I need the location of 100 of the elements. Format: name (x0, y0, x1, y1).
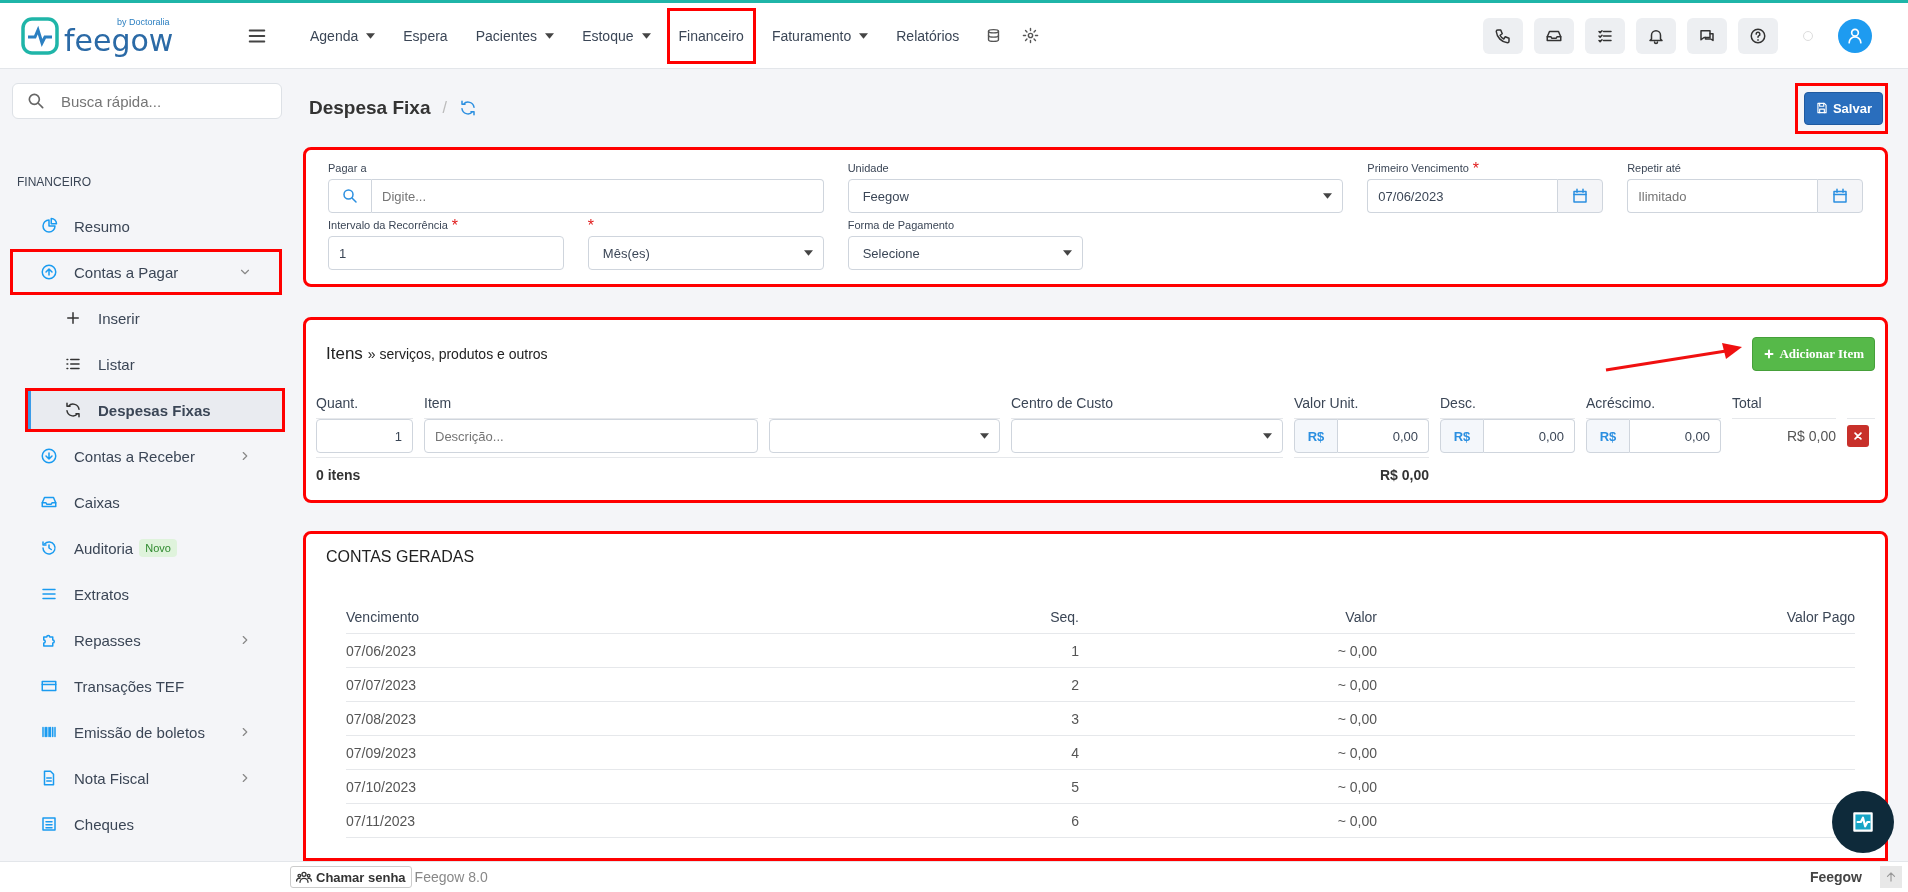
sidebar-item[interactable]: Cheques (10, 801, 282, 847)
phone-button[interactable] (1483, 17, 1523, 54)
avatar-button[interactable] (1838, 18, 1872, 53)
table-cell: 3 (1071, 710, 1079, 727)
column-header: Acréscimo. (1586, 395, 1656, 411)
logo-wordmark: feegow (64, 26, 174, 55)
sidebar-item[interactable]: Contas a Receber (10, 433, 282, 479)
table-cell: ~ 0,00 (1337, 778, 1377, 795)
sidebar-subitem[interactable]: Listar (28, 341, 282, 387)
nav-link[interactable]: Relatórios (884, 13, 972, 58)
close-icon (1851, 429, 1865, 443)
page-title: Despesa Fixa (309, 97, 431, 119)
chat-button[interactable] (1687, 17, 1727, 54)
pulse-icon (1850, 809, 1876, 835)
calendar-button[interactable] (1817, 179, 1863, 213)
select-field[interactable] (769, 419, 1000, 453)
nav-link[interactable]: Agenda (298, 13, 388, 58)
caret-icon (859, 32, 869, 39)
section-title: CONTAS GERADAS (326, 548, 476, 566)
select-field[interactable]: Feegow (847, 179, 1344, 213)
call-button[interactable]: Chamar senha (290, 866, 412, 888)
refresh-icon (64, 401, 82, 419)
amount-field[interactable]: 0,00 (1338, 419, 1429, 453)
table-cell: 07/11/2023 (346, 812, 416, 829)
table-cell: 6 (1071, 812, 1079, 829)
column-header: Vencimento (346, 608, 420, 625)
users-icon (296, 869, 312, 885)
phone-icon (1494, 26, 1512, 45)
table-cell: 2 (1071, 676, 1079, 693)
checklist-button[interactable] (1585, 17, 1625, 54)
arrow-up-circle-icon (40, 263, 58, 281)
sidebar-item[interactable]: Repasses (10, 617, 282, 663)
save-icon (1814, 101, 1829, 115)
table-cell: 5 (1071, 778, 1079, 795)
column-header: Valor Unit. (1294, 395, 1359, 411)
select-field[interactable]: Mês(es) (587, 236, 824, 270)
select-field[interactable] (1011, 419, 1283, 453)
caret-icon (641, 32, 651, 39)
caret-icon (803, 250, 813, 256)
nav-link[interactable]: Financeiro (666, 7, 756, 64)
input-field[interactable]: 1 (328, 236, 564, 270)
table-cell: 07/09/2023 (346, 744, 417, 761)
search-field[interactable]: Busca rápida... (12, 83, 282, 119)
column-header: Centro de Custo (1011, 395, 1113, 411)
arrow-down-circle-icon (40, 447, 58, 465)
section-heading: FINANCEIRO (17, 175, 92, 189)
column-header: Seq. (1050, 608, 1079, 625)
nav-link[interactable]: Espera (391, 13, 460, 58)
save-button[interactable]: Salvar (1803, 91, 1883, 125)
calendar-button[interactable] (1557, 179, 1604, 213)
sidebar-item[interactable]: Nota Fiscal (10, 755, 282, 801)
search-icon (341, 187, 359, 205)
required-mark: * (587, 219, 595, 233)
sidebar-item[interactable]: Resumo (10, 203, 282, 249)
items-sum: R$ 0,00 (1379, 467, 1429, 483)
column-header: Total (1732, 395, 1762, 411)
required-mark: * (451, 219, 459, 233)
caret-icon (1063, 250, 1073, 256)
sidebar-subitem[interactable]: Despesas Fixas (28, 391, 282, 429)
quantity-field[interactable]: 1 (316, 419, 413, 453)
table-cell: 1 (1071, 642, 1079, 659)
field-label: Unidade (847, 162, 889, 174)
sidebar-subitem[interactable]: Inserir (28, 295, 282, 341)
nav-link[interactable]: Estoque (570, 13, 663, 58)
currency-addon: R$ (1586, 419, 1630, 453)
amount-field[interactable]: 0,00 (1630, 419, 1721, 453)
nav-link[interactable]: Faturamento (759, 13, 881, 58)
date-field[interactable]: 07/06/2023 (1367, 179, 1558, 213)
sidebar-item[interactable]: Extratos (10, 571, 282, 617)
inbox-button[interactable] (1534, 17, 1574, 54)
arrow-up-icon (1884, 870, 1898, 884)
table-cell: 07/06/2023 (346, 642, 417, 659)
help-button[interactable] (1738, 17, 1778, 54)
field-label: Pagar a (328, 162, 367, 174)
sidebar-item[interactable]: Transações TEF (10, 663, 282, 709)
caret-icon (980, 433, 989, 439)
sidebar-item[interactable]: Emissão de boletos (10, 709, 282, 755)
nav-link[interactable]: Pacientes (463, 13, 567, 58)
table-cell: 07/10/2023 (346, 778, 417, 795)
bell-button[interactable] (1636, 17, 1676, 54)
history-icon (40, 539, 58, 557)
search-icon (26, 91, 46, 111)
select-field[interactable]: Selecione (847, 236, 1084, 270)
table-cell: ~ 0,00 (1337, 812, 1377, 829)
input-field[interactable]: Digite... (372, 179, 824, 213)
date-field[interactable]: Ilimitado (1627, 179, 1817, 213)
section-subtitle: » serviços, produtos e outros (367, 346, 548, 362)
description-field[interactable]: Descrição... (424, 419, 758, 453)
sidebar-item[interactable]: Caixas (10, 479, 282, 525)
currency-addon: R$ (1440, 419, 1484, 453)
amount-field[interactable]: 0,00 (1484, 419, 1575, 453)
table-cell: ~ 0,00 (1337, 744, 1377, 761)
field-label: Primeiro Vencimento (1367, 162, 1469, 174)
table-cell: ~ 0,00 (1337, 710, 1377, 727)
sidebar-item[interactable]: Contas a Pagar (10, 249, 282, 295)
field-label: Forma de Pagamento (847, 219, 955, 231)
refresh-icon[interactable] (458, 99, 477, 117)
delete-button[interactable] (1847, 425, 1869, 447)
sidebar-item[interactable]: Auditoria Novo (10, 525, 282, 571)
caret-icon (545, 32, 555, 39)
